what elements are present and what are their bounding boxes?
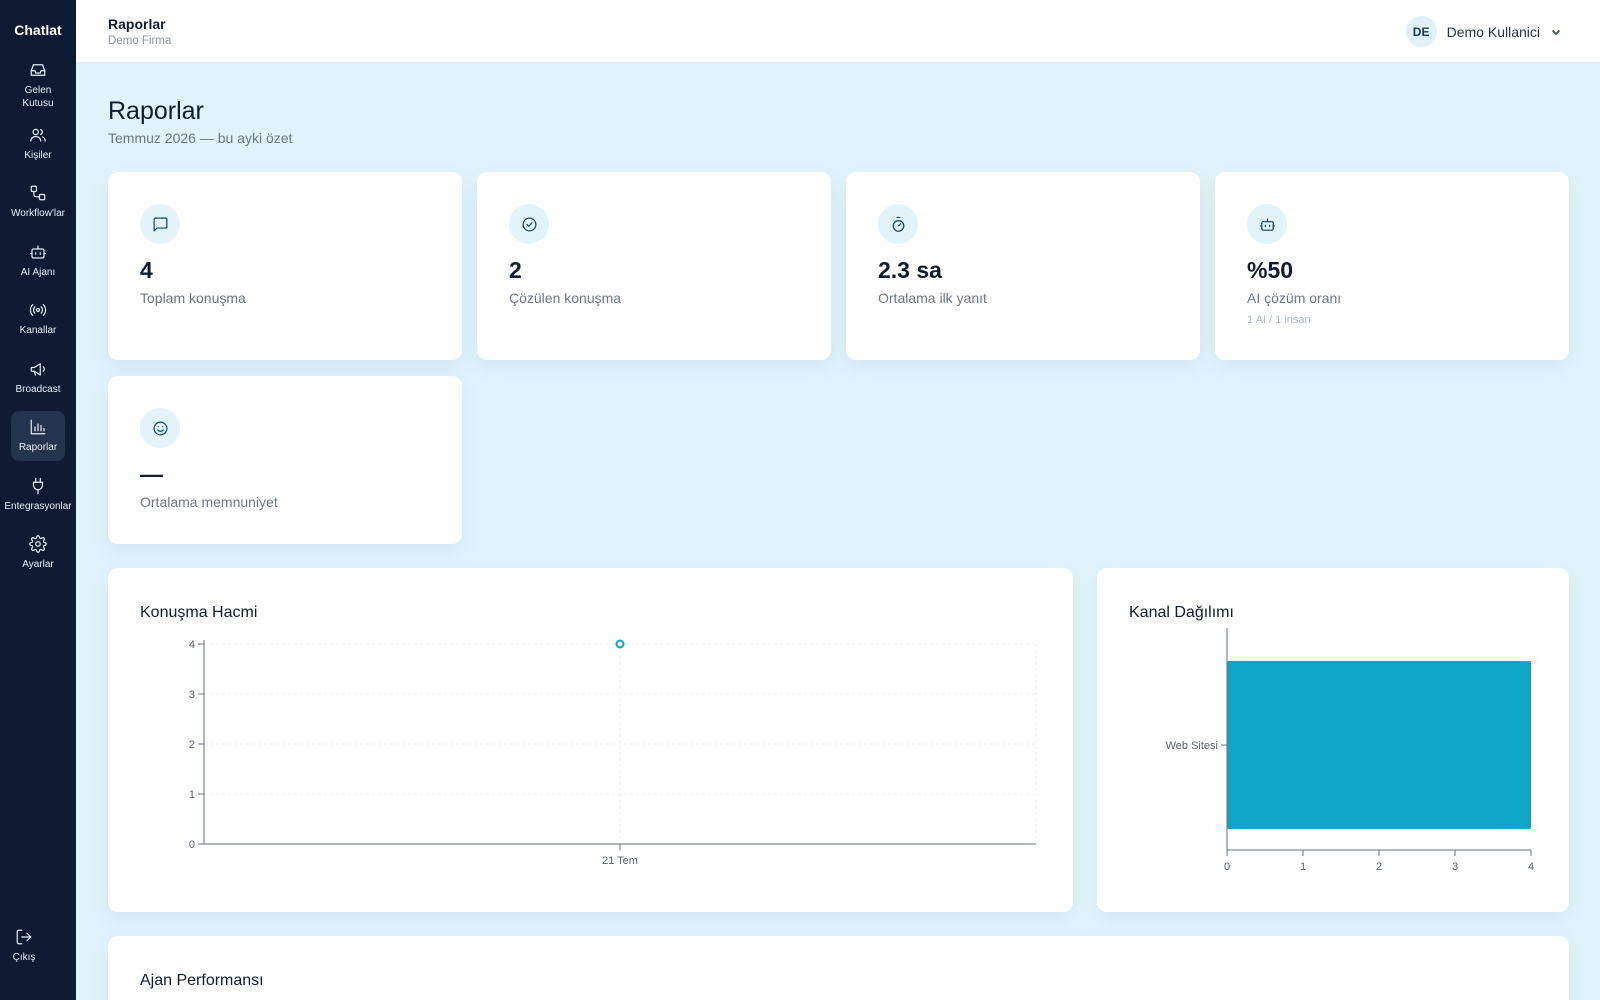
stat-card-satisfaction: — Ortalama memnuniyet	[108, 376, 462, 544]
company-name: Demo Firma	[108, 35, 172, 47]
sidebar-item-label: Entegrasyonlar	[4, 500, 72, 512]
x-tick-label: 4	[1528, 861, 1534, 873]
sidebar-item-inbox[interactable]: Gelen Kutusu	[11, 60, 65, 110]
agent-performance-panel: Ajan Performansı	[108, 936, 1569, 1000]
y-tick-label: 3	[189, 689, 195, 701]
bar-chart-icon	[30, 419, 46, 435]
topbar-title: Raporlar	[108, 16, 166, 32]
sidebar-item-channels[interactable]: Kanallar	[11, 294, 65, 344]
workflow-icon	[30, 185, 46, 201]
sidebar: Chatlat Gelen Kutusu Kişiler Workflow'la…	[0, 0, 76, 1000]
logout-icon	[16, 929, 32, 945]
page-title: Raporlar	[108, 97, 204, 125]
stat-value: —	[140, 461, 163, 487]
user-name: Demo Kullanici	[1446, 23, 1540, 40]
x-tick-label: 3	[1452, 861, 1458, 873]
smile-icon	[140, 408, 180, 448]
stat-card-resolved: 2 Çözülen konuşma	[477, 172, 831, 360]
stat-value: 2	[509, 257, 522, 283]
sidebar-item-label: Gelen Kutusu	[22, 84, 54, 109]
topbar: Raporlar Demo Firma DE Demo Kullanici	[76, 0, 1600, 63]
sidebar-item-label: Ayarlar	[22, 559, 54, 570]
channel-distribution-chart: 0 1 2 3 4 Web Sitesi	[1166, 628, 1534, 873]
logout-label: Çıkış	[12, 952, 36, 963]
sidebar-item-workflows[interactable]: Workflow'lar	[11, 177, 65, 227]
sidebar-item-reports[interactable]: Raporlar	[11, 411, 65, 461]
logout-button[interactable]: Çıkış	[0, 928, 48, 964]
stat-label: AI çözüm oranı	[1247, 290, 1342, 306]
conversation-volume-chart: 0 1 2 3 4 21 Tem	[189, 639, 1037, 867]
chevron-down-icon	[1551, 29, 1561, 35]
y-tick-label: 1	[189, 789, 195, 801]
sidebar-item-label: Kişiler	[24, 149, 52, 161]
sidebar-nav: Gelen Kutusu Kişiler Workflow'lar AI Aja…	[0, 60, 76, 587]
y-tick-label: 4	[189, 639, 195, 651]
category-label: Web Sitesi	[1166, 740, 1218, 752]
x-tick-label: 2	[1376, 861, 1382, 873]
message-icon	[140, 204, 180, 244]
sidebar-item-label: Broadcast	[15, 383, 61, 395]
sidebar-item-integrations[interactable]: Entegrasyonlar	[4, 470, 72, 520]
stat-value: %50	[1247, 257, 1294, 283]
stat-label: Ortalama ilk yanıt	[878, 290, 987, 306]
users-icon	[30, 128, 46, 142]
stat-card-ai-resolution: %50 AI çözüm oranı 1 AI / 1 insan	[1215, 172, 1569, 360]
stat-card-total: 4 Toplam konuşma	[108, 172, 462, 360]
brand-logo: Chatlat	[14, 22, 62, 38]
stat-label: Toplam konuşma	[140, 290, 246, 306]
bot-icon	[1247, 204, 1287, 244]
bar	[1227, 661, 1531, 829]
panel-title: Ajan Performansı	[140, 972, 264, 989]
sidebar-item-label: Workflow'lar	[11, 208, 65, 219]
stat-label: Çözülen konuşma	[509, 290, 622, 306]
sidebar-item-label: Raporlar	[18, 442, 58, 453]
inbox-icon	[30, 63, 46, 76]
y-tick-label: 2	[189, 739, 195, 751]
avatar: DE	[1405, 16, 1437, 47]
x-tick-label: 21 Tem	[602, 855, 638, 867]
sidebar-item-settings[interactable]: Ayarlar	[11, 528, 65, 578]
stat-note: 1 AI / 1 insan	[1247, 314, 1311, 326]
stat-card-first-response: 2.3 sa Ortalama ilk yanıt	[846, 172, 1200, 360]
data-point	[615, 639, 625, 649]
radio-icon	[29, 304, 47, 316]
check-circle-icon	[509, 204, 549, 244]
sidebar-item-label: AI Ajanı	[20, 266, 56, 278]
timer-icon	[878, 204, 918, 244]
stat-value: 4	[140, 257, 153, 283]
megaphone-icon	[30, 362, 45, 376]
plug-icon	[32, 477, 44, 494]
y-tick-label: 0	[189, 839, 195, 851]
bot-icon	[29, 244, 47, 259]
x-tick-label: 0	[1224, 861, 1230, 873]
sidebar-item-broadcast[interactable]: Broadcast	[11, 353, 65, 403]
sidebar-item-label: Kanallar	[19, 325, 57, 336]
page-subtitle: Temmuz 2026 — bu ayki özet	[108, 130, 293, 146]
stat-label: Ortalama memnuniyet	[140, 494, 278, 510]
x-tick-label: 1	[1300, 861, 1306, 873]
conversation-volume-panel: Konuşma Hacmi 0 1 2 3 4 21 Tem	[108, 568, 1073, 912]
sidebar-item-ai-agent[interactable]: AI Ajanı	[11, 236, 65, 286]
gear-icon	[29, 535, 47, 553]
user-menu[interactable]: DE Demo Kullanici	[1405, 16, 1562, 47]
channel-distribution-panel: Kanal Dağılımı 0 1 2 3 4 Web Sitesi	[1097, 568, 1569, 912]
stat-value: 2.3 sa	[878, 257, 942, 283]
sidebar-item-contacts[interactable]: Kişiler	[11, 119, 65, 169]
